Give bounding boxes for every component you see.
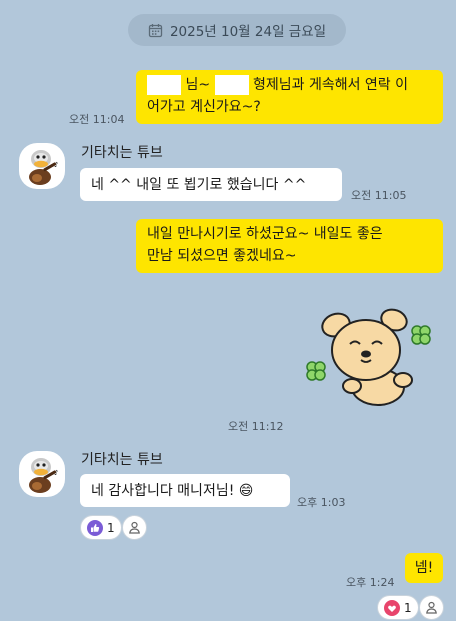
message-time: 오후 1:03 xyxy=(297,496,346,509)
svg-text:♪: ♪ xyxy=(54,469,58,477)
sender-name: 기타치는 튜브 xyxy=(81,145,163,161)
reaction-count: 1 xyxy=(404,600,412,615)
redacted-name xyxy=(147,75,181,95)
redacted-name xyxy=(214,75,249,95)
other-message-bubble[interactable]: 네 ^^ 내일 또 뵙기로 했습니다 ^^ xyxy=(80,168,342,201)
calendar-icon xyxy=(148,23,163,37)
my-message-bubble[interactable]: 넴! xyxy=(405,553,443,583)
message-time: 오후 1:24 xyxy=(346,576,395,589)
message-text: 네 감사합니다 매니저님! xyxy=(91,483,235,499)
my-message-bubble[interactable]: 님~ 형제님과 게속해서 연락 이 어가고 계신가요~? xyxy=(136,70,443,124)
date-divider: 2025년 10월 24일 금요일 xyxy=(128,14,346,46)
message-time: 오전 11:04 xyxy=(69,113,125,126)
reaction-heart[interactable]: 1 xyxy=(377,595,419,620)
puppy-clover-icon xyxy=(306,308,431,406)
message-text: 내일 만나시기로 하셨군요~ 내일도 좋은 xyxy=(147,226,383,242)
message-time: 오전 11:05 xyxy=(351,189,407,202)
other-message-bubble[interactable]: 네 감사합니다 매니저님! 😄 xyxy=(80,474,290,507)
message-text: 만남 되셨으면 좋겠네요~ xyxy=(147,248,297,264)
puppy-clover-sticker[interactable] xyxy=(300,300,443,412)
person-icon xyxy=(426,601,437,614)
add-reaction-button[interactable] xyxy=(419,595,444,620)
my-message-bubble[interactable]: 내일 만나시기로 하셨군요~ 내일도 좋은 만남 되셨으면 좋겠네요~ xyxy=(136,219,443,273)
message-text: 네 ^^ 내일 또 뵙기로 했습니다 ^^ xyxy=(91,177,307,193)
avatar-guitar-duck-icon: ♪ xyxy=(29,458,58,493)
avatar-guitar-duck-icon: ♪ xyxy=(29,150,58,185)
heart-icon xyxy=(384,599,400,616)
message-text: 형제님과 게속해서 연락 이 xyxy=(252,77,409,93)
message-text: 님~ xyxy=(185,77,211,93)
message-time: 오전 11:12 xyxy=(228,420,284,433)
avatar[interactable]: ♪ xyxy=(19,143,65,189)
thumbs-up-icon xyxy=(87,519,103,536)
message-text: 넴! xyxy=(414,560,434,576)
reaction-count: 1 xyxy=(107,520,115,535)
reaction-thumbs-up[interactable]: 1 xyxy=(80,515,122,540)
avatar[interactable]: ♪ xyxy=(19,451,65,497)
person-icon xyxy=(129,521,140,534)
add-reaction-button[interactable] xyxy=(122,515,147,540)
sender-name: 기타치는 튜브 xyxy=(81,452,163,468)
date-text: 2025년 10월 24일 금요일 xyxy=(169,24,327,40)
svg-text:♪: ♪ xyxy=(54,161,58,169)
message-text: 어가고 계신가요~? xyxy=(147,99,261,115)
grin-emoji: 😄 xyxy=(238,483,254,499)
